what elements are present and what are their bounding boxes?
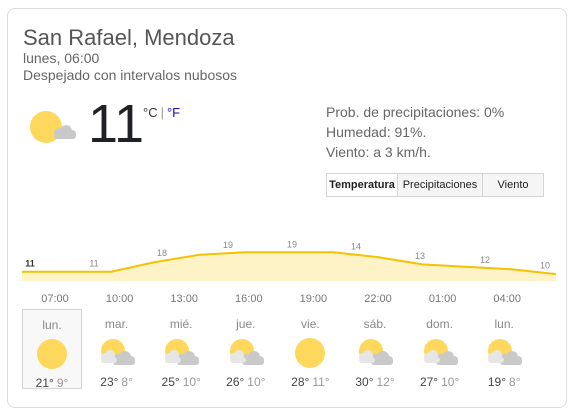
day-forecast-7[interactable]: lun. 19° 8° <box>474 309 534 389</box>
day-temperatures: 28° 11° <box>280 375 340 389</box>
graph-data-label: 12 <box>480 255 490 265</box>
sun-icon <box>295 338 326 368</box>
day-forecast-0[interactable]: lun. 21° 9° <box>22 309 82 390</box>
unit-switch: °C | °F <box>143 105 180 120</box>
hour-tick-label: 22:00 <box>364 293 392 305</box>
partly-cloudy-icon <box>423 339 458 365</box>
day-name: mar. <box>104 317 129 331</box>
partly-cloudy-icon <box>229 339 264 365</box>
day-name: jue. <box>236 317 256 331</box>
day-high-temp: 25° <box>161 375 180 389</box>
day-high-temp: 27° <box>419 375 439 389</box>
graph-data-label: 19 <box>223 240 233 250</box>
hour-tick-label: 04:00 <box>493 293 521 305</box>
wind: Viento: a 3 km/h. <box>326 144 431 160</box>
temperature-graph: 11 11 18 19 19 14 13 12 10 <box>22 239 556 281</box>
day-temperatures: 30° 12° <box>345 375 405 389</box>
hour-tick-label: 07:00 <box>41 293 69 305</box>
partly-cloudy-icon <box>359 339 393 365</box>
humidity: Humedad: 91%. <box>326 124 427 140</box>
tab-precipitaciones[interactable]: Precipitaciones <box>397 173 483 197</box>
day-forecast-1[interactable]: mar. 23° 8° <box>87 309 147 389</box>
current-temperature: 11 <box>88 94 145 154</box>
day-name: lun. <box>42 318 62 332</box>
day-low-temp: 10° <box>182 375 201 389</box>
graph-data-label: 10 <box>540 260 550 270</box>
partly-cloudy-icon <box>165 339 200 365</box>
tab-viento[interactable]: Viento <box>482 173 544 197</box>
day-high-temp: 26° <box>226 375 245 389</box>
graph-data-label: 14 <box>351 242 361 252</box>
day-name: mié. <box>169 317 193 331</box>
hour-tick-label: 10:00 <box>105 293 134 305</box>
day-temperatures: 27° 10° <box>410 375 470 389</box>
precipitation-prob: Prob. de precipitaciones: 0% <box>326 104 505 120</box>
graph-tabs: Temperatura Precipitaciones Viento <box>326 173 544 197</box>
day-high-temp: 28° <box>291 375 310 389</box>
partly-cloudy-icon <box>100 339 135 365</box>
hour-axis: 07:00 10:00 13:00 16:00 19:00 22:00 01:00 04:00 <box>8 293 568 307</box>
day-forecast-3[interactable]: jue. 26° 10° <box>216 309 276 389</box>
day-low-temp: 9° <box>56 376 69 390</box>
partly-sunny-icon <box>30 111 76 143</box>
day-temperatures: 19° 8° <box>474 375 534 389</box>
partly-cloudy-icon <box>488 339 523 365</box>
day-temperatures: 21° 9° <box>23 376 81 390</box>
tab-temperatura[interactable]: Temperatura <box>326 173 398 197</box>
sun-icon <box>37 339 67 369</box>
day-low-temp: 8° <box>121 375 133 389</box>
condition-label: Despejado con intervalos nubosos <box>23 67 238 83</box>
unit-celsius[interactable]: °C <box>143 105 158 120</box>
hour-tick-label: 19:00 <box>299 293 328 305</box>
datetime-label: lunes, 06:00 <box>23 50 100 66</box>
day-high-temp: 19° <box>487 375 507 389</box>
day-low-temp: 10° <box>247 375 266 389</box>
daily-forecast: lun. 21° 9° mar. 23° 8° mié. 25° 10° jue. 26° 10° vi… <box>22 309 556 391</box>
day-forecast-5[interactable]: sáb. 30° 12° <box>345 309 405 389</box>
day-temperatures: 26° 10° <box>216 375 276 389</box>
day-low-temp: 12° <box>376 375 395 389</box>
graph-data-label: 11 <box>89 259 98 269</box>
hour-tick-label: 16:00 <box>235 293 263 305</box>
graph-data-label: 13 <box>415 251 425 261</box>
day-high-temp: 21° <box>35 376 54 390</box>
day-low-temp: 11° <box>312 375 330 389</box>
day-forecast-2[interactable]: mié. 25° 10° <box>151 309 211 389</box>
day-temperatures: 23° 8° <box>87 375 147 389</box>
graph-data-label: 19 <box>287 239 297 249</box>
hour-tick-label: 13:00 <box>170 293 198 305</box>
graph-data-label: 18 <box>157 248 167 258</box>
hour-tick-label: 01:00 <box>428 293 457 305</box>
day-name: lun. <box>494 317 514 331</box>
day-name: dom. <box>426 317 453 331</box>
unit-separator: | <box>160 105 164 120</box>
day-high-temp: 30° <box>355 375 374 389</box>
day-low-temp: 10° <box>441 375 460 389</box>
day-low-temp: 8° <box>509 375 521 389</box>
day-name: vie. <box>301 317 320 331</box>
day-temperatures: 25° 10° <box>151 375 211 389</box>
location-title: San Rafael, Mendoza <box>23 25 235 50</box>
weather-card: San Rafael, Mendoza lunes, 06:00 Despeja… <box>7 8 567 408</box>
day-high-temp: 23° <box>100 375 119 389</box>
day-forecast-4[interactable]: vie. 28° 11° <box>280 309 340 389</box>
weather-details: Prob. de precipitaciones: 0% Humedad: 91… <box>326 102 504 162</box>
day-forecast-6[interactable]: dom. 27° 10° <box>410 309 470 389</box>
unit-fahrenheit[interactable]: °F <box>167 105 180 120</box>
day-name: sáb. <box>363 317 387 331</box>
graph-data-label: 11 <box>25 259 35 269</box>
